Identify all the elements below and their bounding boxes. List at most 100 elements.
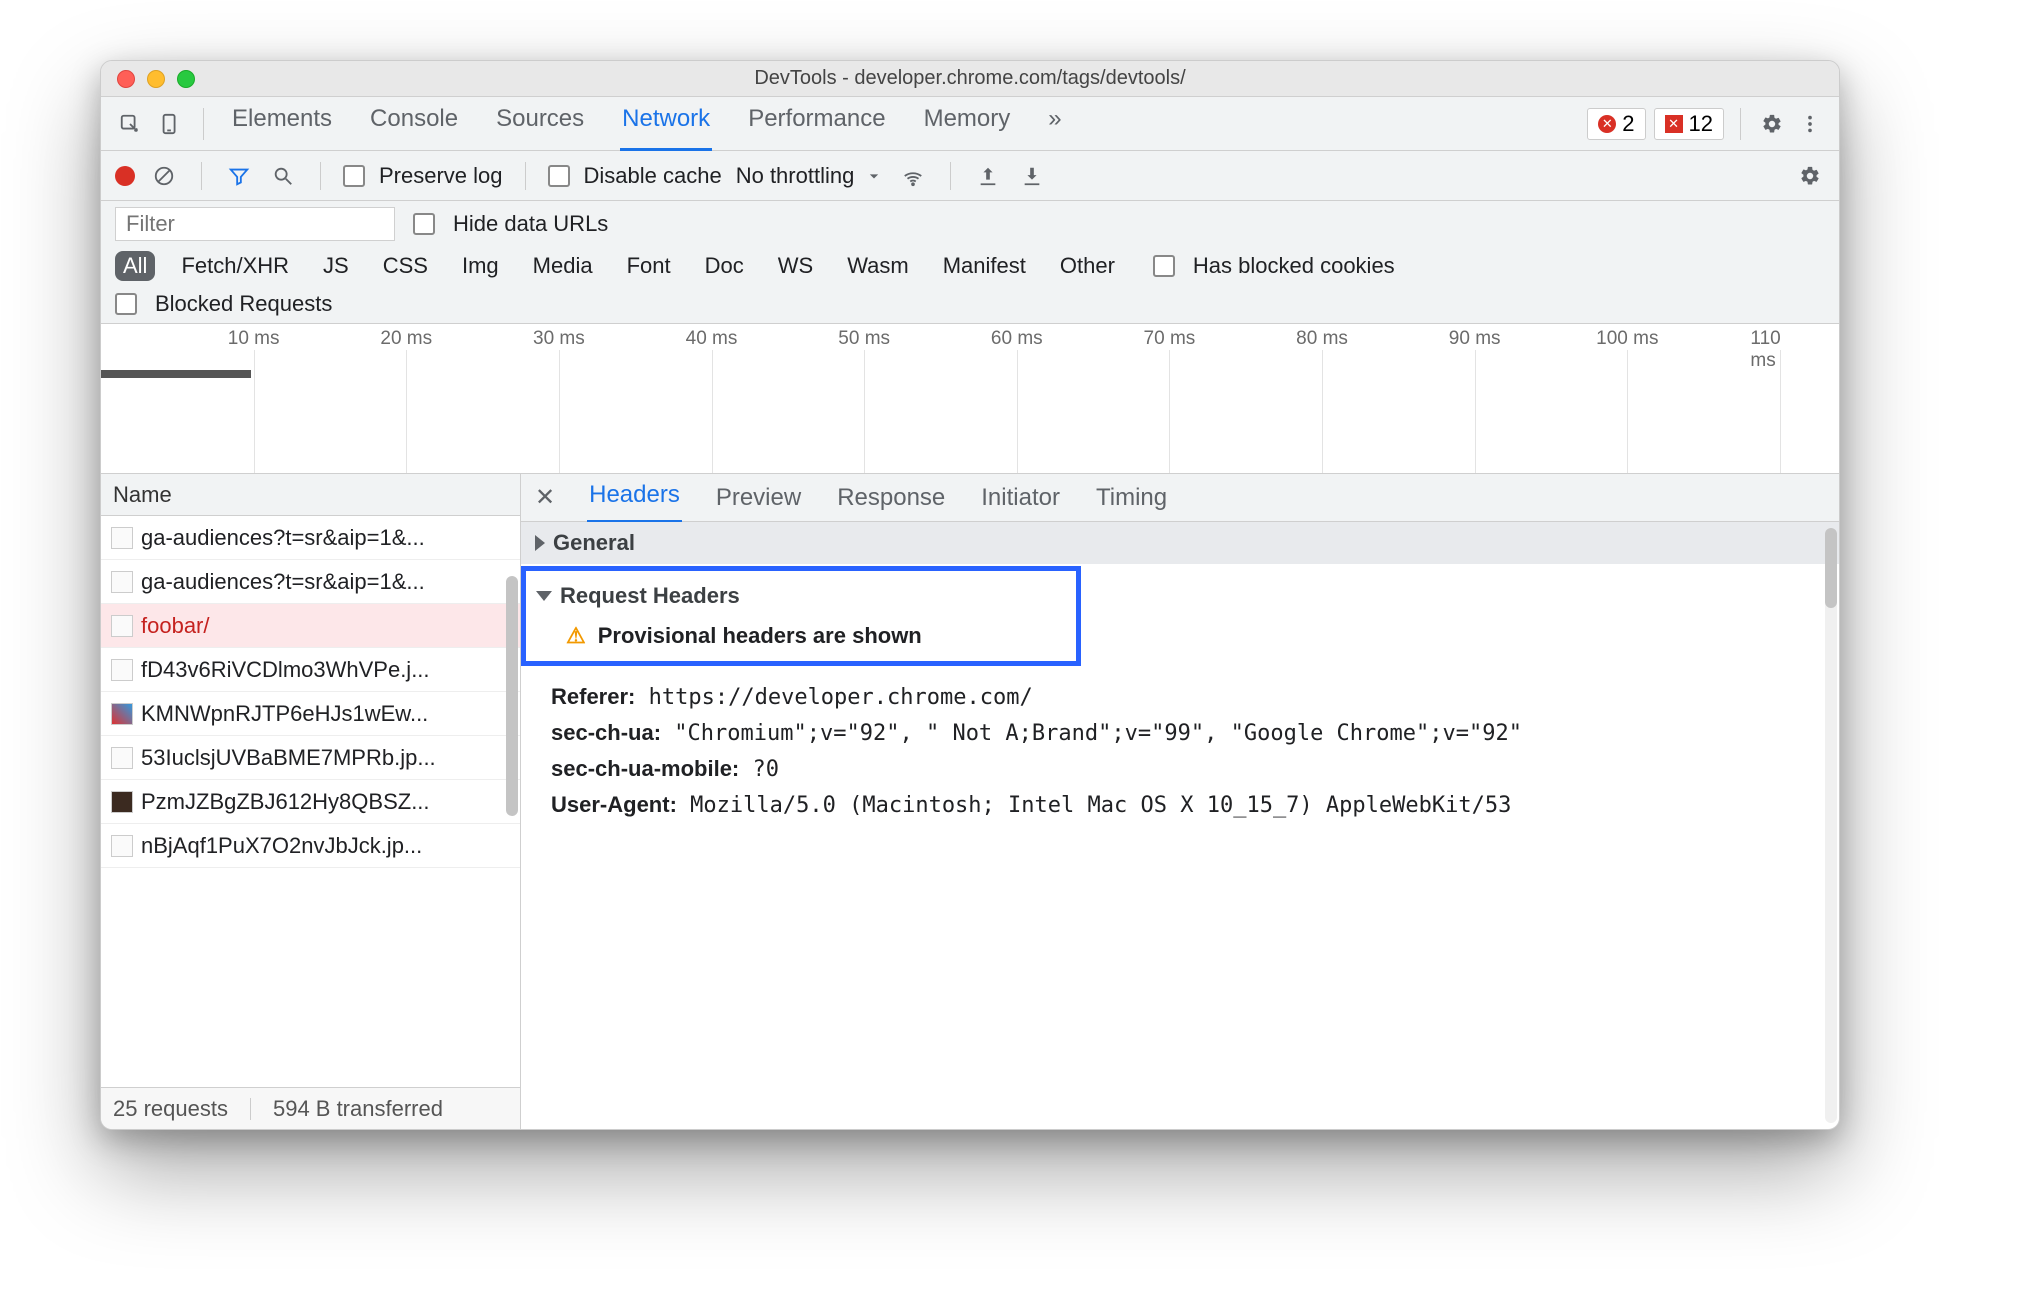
record-button[interactable]: [115, 166, 135, 186]
tab-sources[interactable]: Sources: [494, 97, 586, 151]
network-conditions-icon[interactable]: [898, 161, 928, 191]
error-square-icon: ✕: [1665, 115, 1683, 133]
filter-input[interactable]: [115, 207, 395, 241]
timeline-tick: 50 ms: [838, 328, 890, 350]
timeline-tick: 100 ms: [1596, 328, 1658, 350]
type-media[interactable]: Media: [525, 251, 601, 281]
tab-more[interactable]: »: [1046, 97, 1063, 151]
has-blocked-cookies-checkbox[interactable]: [1153, 255, 1175, 277]
tab-response[interactable]: Response: [835, 476, 947, 520]
column-header-name[interactable]: Name: [101, 474, 520, 516]
close-detail-button[interactable]: ✕: [535, 483, 555, 512]
tab-preview[interactable]: Preview: [714, 476, 803, 520]
gridline: [559, 350, 560, 473]
error-badge-circle[interactable]: ✕ 2: [1587, 108, 1645, 140]
type-ws[interactable]: WS: [770, 251, 821, 281]
devtools-window: DevTools - developer.chrome.com/tags/dev…: [100, 60, 1840, 1130]
settings-icon[interactable]: [1757, 109, 1787, 139]
tab-memory[interactable]: Memory: [922, 97, 1013, 151]
timeline-overview[interactable]: 10 ms20 ms30 ms40 ms50 ms60 ms70 ms80 ms…: [101, 324, 1839, 474]
chevron-down-icon[interactable]: [864, 161, 884, 191]
type-css[interactable]: CSS: [375, 251, 436, 281]
table-row[interactable]: 53IuclsjUVBaBME7MPRb.jp...: [101, 736, 520, 780]
gridline: [406, 350, 407, 473]
header-value: https://developer.chrome.com/: [649, 685, 1033, 710]
section-general-label: General: [553, 530, 635, 556]
separator: [525, 162, 526, 190]
request-name: ga-audiences?t=sr&aip=1&...: [141, 569, 425, 595]
request-name: nBjAqf1PuX7O2nvJbJck.jp...: [141, 833, 422, 859]
image-icon: [111, 791, 133, 813]
blocked-requests-checkbox[interactable]: [115, 293, 137, 315]
kebab-menu-icon[interactable]: [1795, 109, 1825, 139]
type-js[interactable]: JS: [315, 251, 357, 281]
request-list[interactable]: ga-audiences?t=sr&aip=1&... ga-audiences…: [101, 516, 520, 1087]
tab-headers[interactable]: Headers: [587, 473, 682, 523]
tab-performance[interactable]: Performance: [746, 97, 887, 151]
throttling-select[interactable]: No throttling: [736, 163, 855, 189]
gridline: [1169, 350, 1170, 473]
error-badge-square[interactable]: ✕ 12: [1654, 108, 1724, 140]
detail-scrollbar[interactable]: [1825, 528, 1837, 1123]
inspect-icon[interactable]: [115, 109, 145, 139]
download-har-icon[interactable]: [1017, 161, 1047, 191]
disable-cache-checkbox[interactable]: [548, 165, 570, 187]
table-row[interactable]: ga-audiences?t=sr&aip=1&...: [101, 560, 520, 604]
type-manifest[interactable]: Manifest: [935, 251, 1034, 281]
clear-icon[interactable]: [149, 161, 179, 191]
warning-icon: ⚠: [566, 623, 586, 649]
hide-data-urls-checkbox[interactable]: [413, 213, 435, 235]
table-row[interactable]: KMNWpnRJTP6eHJs1wEw...: [101, 692, 520, 736]
type-other[interactable]: Other: [1052, 251, 1123, 281]
table-row[interactable]: PzmJZBgZBJ612Hy8QBSZ...: [101, 780, 520, 824]
type-img[interactable]: Img: [454, 251, 507, 281]
tab-timing[interactable]: Timing: [1094, 476, 1169, 520]
highlight-box: Request Headers ⚠ Provisional headers ar…: [521, 566, 1081, 666]
tab-initiator[interactable]: Initiator: [979, 476, 1062, 520]
filter-row: Hide data URLs All Fetch/XHR JS CSS Img …: [101, 201, 1839, 324]
section-request-headers[interactable]: Request Headers: [536, 579, 1066, 613]
scrollbar-thumb[interactable]: [506, 576, 518, 816]
network-settings-icon[interactable]: [1795, 161, 1825, 191]
tab-console[interactable]: Console: [368, 97, 460, 151]
disable-cache-label: Disable cache: [584, 163, 722, 189]
upload-har-icon[interactable]: [973, 161, 1003, 191]
table-row[interactable]: ga-audiences?t=sr&aip=1&...: [101, 516, 520, 560]
section-general[interactable]: General: [521, 522, 1839, 564]
chevron-right-icon: [535, 535, 545, 551]
panel-tabs: Elements Console Sources Network Perform…: [230, 97, 1064, 151]
window-title: DevTools - developer.chrome.com/tags/dev…: [101, 67, 1839, 90]
gridline: [1475, 350, 1476, 473]
request-list-panel: Name ga-audiences?t=sr&aip=1&... ga-audi…: [101, 474, 521, 1129]
detail-body[interactable]: General Request Headers ⚠ Provisional he…: [521, 522, 1839, 1129]
request-name: 53IuclsjUVBaBME7MPRb.jp...: [141, 745, 436, 771]
tab-elements[interactable]: Elements: [230, 97, 334, 151]
hide-data-urls-label: Hide data URLs: [453, 211, 608, 237]
header-value: Mozilla/5.0 (Macintosh; Intel Mac OS X 1…: [690, 793, 1511, 818]
table-row[interactable]: fD43v6RiVCDlmo3WhVPe.j...: [101, 648, 520, 692]
filter-icon[interactable]: [224, 161, 254, 191]
file-icon: [111, 571, 133, 593]
timeline-tick: 10 ms: [228, 328, 280, 350]
type-wasm[interactable]: Wasm: [839, 251, 917, 281]
type-fetch-xhr[interactable]: Fetch/XHR: [173, 251, 297, 281]
timeline-tick: 80 ms: [1296, 328, 1348, 350]
table-row-selected[interactable]: foobar/: [101, 604, 520, 648]
device-toolbar-icon[interactable]: [155, 109, 185, 139]
tab-network[interactable]: Network: [620, 97, 712, 151]
gridline: [1017, 350, 1018, 473]
has-blocked-cookies-label: Has blocked cookies: [1193, 253, 1395, 279]
image-icon: [111, 835, 133, 857]
preserve-log-checkbox[interactable]: [343, 165, 365, 187]
image-icon: [111, 659, 133, 681]
type-doc[interactable]: Doc: [697, 251, 752, 281]
header-sec-ch-ua: sec-ch-ua: "Chromium";v="92", " Not A;Br…: [551, 720, 1839, 746]
scrollbar-thumb[interactable]: [1825, 528, 1837, 608]
image-icon: [111, 747, 133, 769]
timeline-tick: 110 ms: [1750, 328, 1809, 372]
gridline: [864, 350, 865, 473]
table-row[interactable]: nBjAqf1PuX7O2nvJbJck.jp...: [101, 824, 520, 868]
search-icon[interactable]: [268, 161, 298, 191]
type-all[interactable]: All: [115, 251, 155, 281]
type-font[interactable]: Font: [619, 251, 679, 281]
